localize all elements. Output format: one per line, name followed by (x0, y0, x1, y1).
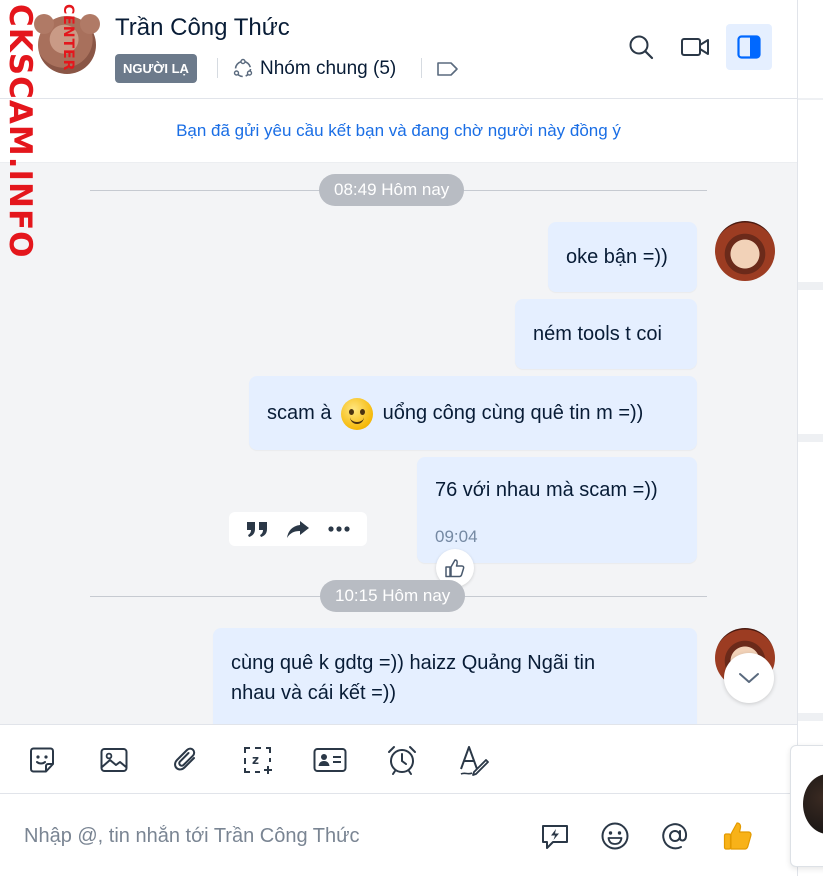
time-separator: 10:15 Hôm nay (320, 580, 466, 612)
more-icon[interactable] (326, 518, 352, 540)
time-separator: 08:49 Hôm nay (319, 174, 465, 206)
contact-card-icon (313, 748, 347, 772)
watermark-text: CKSCAM.INFO (2, 4, 38, 259)
message-time: 09:04 (435, 527, 478, 546)
avatar-ear (80, 14, 100, 34)
panel-divider (798, 282, 823, 290)
message-text: 76 với nhau mà scam =)) (435, 479, 658, 501)
send-like-button[interactable] (718, 816, 758, 856)
message-text: uổng công cùng quê tin m =)) (382, 402, 644, 424)
scroll-to-bottom-button[interactable] (724, 653, 774, 703)
video-call-icon (681, 38, 709, 56)
panel-divider (798, 713, 823, 721)
media-thumbnail (803, 774, 823, 834)
stranger-badge: NGƯỜI LẠ (115, 54, 197, 83)
search-icon (629, 35, 654, 60)
panel-divider (798, 98, 823, 100)
message-text: scam à (267, 402, 332, 424)
message-text: ném tools t coi (533, 323, 662, 345)
panel-divider (798, 434, 823, 442)
quick-message-button[interactable] (535, 816, 575, 856)
message-text: cùng quê k gdtg =)) haizz Quảng Ngãi tin (231, 652, 596, 674)
attachment-icon (174, 747, 196, 771)
message-bubble[interactable]: ném tools t coi (515, 299, 697, 369)
search-button[interactable] (618, 24, 664, 70)
quick-message-icon (542, 825, 568, 849)
watermark-subtext: CENTER (60, 4, 76, 72)
format-icon (460, 746, 489, 776)
chat-header: Trần Công Thức NGƯỜI LẠ Nhóm chung (5) (0, 0, 797, 99)
image-button[interactable] (94, 740, 134, 780)
format-button[interactable] (454, 740, 494, 780)
message-bubble[interactable]: 76 với nhau mà scam =)) 09:04 (417, 457, 697, 563)
screenshot-icon: z (244, 747, 272, 774)
chevron-down-icon (739, 673, 759, 683)
sidebar-toggle-icon (737, 35, 761, 59)
sticker-icon (30, 747, 54, 773)
video-call-button[interactable] (672, 24, 718, 70)
message-text: oke bận =)) (566, 246, 668, 268)
emoji-icon (601, 822, 629, 850)
attachment-button[interactable] (166, 740, 206, 780)
sticker-button[interactable] (22, 740, 62, 780)
share-icon[interactable] (285, 518, 311, 540)
message-input[interactable] (24, 818, 524, 854)
conversation-info-toggle[interactable] (726, 24, 772, 70)
floating-media-card[interactable] (790, 745, 823, 867)
sender-avatar[interactable] (715, 221, 775, 281)
message-bubble[interactable]: scam à uổng công cùng quê tin m =)) (249, 376, 697, 450)
composer-toolbar: z (0, 724, 797, 794)
screenshot-button[interactable]: z (238, 740, 278, 780)
divider (217, 58, 218, 78)
message-actions (229, 512, 367, 546)
svg-text:z: z (252, 753, 259, 767)
group-icon (233, 58, 253, 78)
watermark: CKSCAM.INFO CENTER (2, 4, 76, 258)
emoji-button[interactable] (595, 816, 635, 856)
tag-icon[interactable] (436, 59, 460, 79)
message-composer (0, 794, 797, 876)
message-list[interactable]: 08:49 Hôm nay oke bận =)) ném tools t co… (0, 163, 797, 724)
reminder-icon (388, 746, 416, 775)
image-icon (100, 748, 128, 772)
friend-request-notice: Bạn đã gửi yêu cầu kết bạn và đang chờ n… (0, 99, 797, 163)
thumbs-up-icon (723, 822, 752, 850)
smile-emoji (341, 397, 374, 430)
contact-card-button[interactable] (310, 740, 350, 780)
message-bubble[interactable]: oke bận =)) (548, 222, 697, 292)
common-groups[interactable]: Nhóm chung (5) (232, 56, 396, 82)
message-bubble[interactable]: cùng quê k gdtg =)) haizz Quảng Ngãi tin… (213, 628, 697, 724)
common-groups-label: Nhóm chung (5) (260, 58, 397, 79)
reminder-button[interactable] (382, 740, 422, 780)
thumbs-up-outline-icon (445, 559, 465, 578)
message-text: nhau và cái kết =)) (231, 682, 397, 704)
contact-name[interactable]: Trần Công Thức (115, 14, 290, 42)
divider (421, 58, 422, 78)
quote-icon[interactable] (244, 518, 270, 540)
mention-icon (662, 823, 688, 850)
mention-button[interactable] (655, 816, 695, 856)
conversation-info-panel (790, 0, 823, 876)
